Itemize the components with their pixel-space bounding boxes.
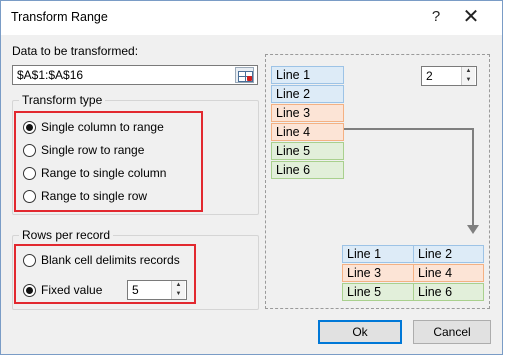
- stepper-buttons: ▲ ▼: [461, 67, 476, 85]
- option-blank-cell-delimits[interactable]: Blank cell delimits records: [23, 250, 180, 270]
- stepper-down-icon[interactable]: ▼: [462, 76, 475, 85]
- option-label: Range to single column: [41, 166, 167, 180]
- range-select-icon-marker: [247, 76, 252, 81]
- option-range-to-single-column[interactable]: Range to single column: [23, 163, 166, 183]
- range-input[interactable]: $A$1:$A$16: [12, 65, 258, 85]
- source-cell: Line 4: [271, 123, 344, 141]
- source-cell: Line 5: [271, 142, 344, 160]
- dialog-title: Transform Range: [11, 10, 108, 24]
- result-cell: Line 3: [342, 264, 414, 282]
- cancel-button[interactable]: Cancel: [413, 320, 491, 344]
- stepper-down-icon[interactable]: ▼: [172, 290, 185, 299]
- option-label: Blank cell delimits records: [41, 253, 180, 267]
- result-cell: Line 1: [342, 245, 414, 263]
- source-cell: Line 6: [271, 161, 344, 179]
- transform-arrow-line: [472, 128, 474, 229]
- source-cell: Line 2: [271, 85, 344, 103]
- result-cell: Line 4: [413, 264, 484, 282]
- fixed-value-stepper[interactable]: 5 ▲ ▼: [127, 280, 187, 300]
- result-cell: Line 2: [413, 245, 484, 263]
- source-cell: Line 1: [271, 66, 344, 84]
- source-cell: Line 3: [271, 104, 344, 122]
- columns-stepper[interactable]: 2 ▲ ▼: [421, 66, 477, 86]
- option-range-to-single-row[interactable]: Range to single row: [23, 186, 147, 206]
- transform-range-dialog: Transform Range ? ✕ Data to be transform…: [0, 0, 503, 355]
- radio-unchecked-icon: [23, 253, 36, 267]
- option-label: Single row to range: [41, 143, 145, 157]
- option-fixed-value[interactable]: Fixed value: [23, 280, 102, 300]
- ok-button[interactable]: Ok: [318, 320, 402, 344]
- fixed-value-input[interactable]: 5: [132, 283, 139, 297]
- radio-unchecked-icon: [23, 166, 36, 180]
- transform-arrow-icon: [467, 225, 479, 234]
- option-single-row-to-range[interactable]: Single row to range: [23, 140, 144, 160]
- rows-per-record-title: Rows per record: [19, 228, 114, 242]
- option-single-column-to-range[interactable]: Single column to range: [23, 117, 164, 137]
- result-cell: Line 6: [413, 283, 484, 301]
- option-label: Range to single row: [41, 189, 148, 203]
- preview-panel: Line 1 Line 2 Line 3 Line 4 Line 5 Line …: [265, 54, 490, 309]
- columns-input[interactable]: 2: [426, 69, 433, 83]
- data-label: Data to be transformed:: [12, 44, 139, 58]
- transform-arrow-line: [344, 128, 474, 130]
- title-bar: Transform Range ? ✕: [1, 1, 502, 35]
- range-select-button[interactable]: [235, 67, 254, 83]
- option-label: Single column to range: [41, 120, 164, 134]
- range-input-value: $A$1:$A$16: [17, 68, 84, 82]
- close-button[interactable]: ✕: [458, 5, 484, 29]
- transform-type-title: Transform type: [19, 93, 106, 107]
- stepper-buttons: ▲ ▼: [171, 281, 186, 299]
- help-button[interactable]: ?: [425, 6, 447, 28]
- result-cell: Line 5: [342, 283, 414, 301]
- radio-checked-icon: [23, 283, 36, 297]
- radio-unchecked-icon: [23, 189, 36, 203]
- radio-unchecked-icon: [23, 143, 36, 157]
- option-label: Fixed value: [41, 283, 103, 297]
- radio-checked-icon: [23, 120, 36, 134]
